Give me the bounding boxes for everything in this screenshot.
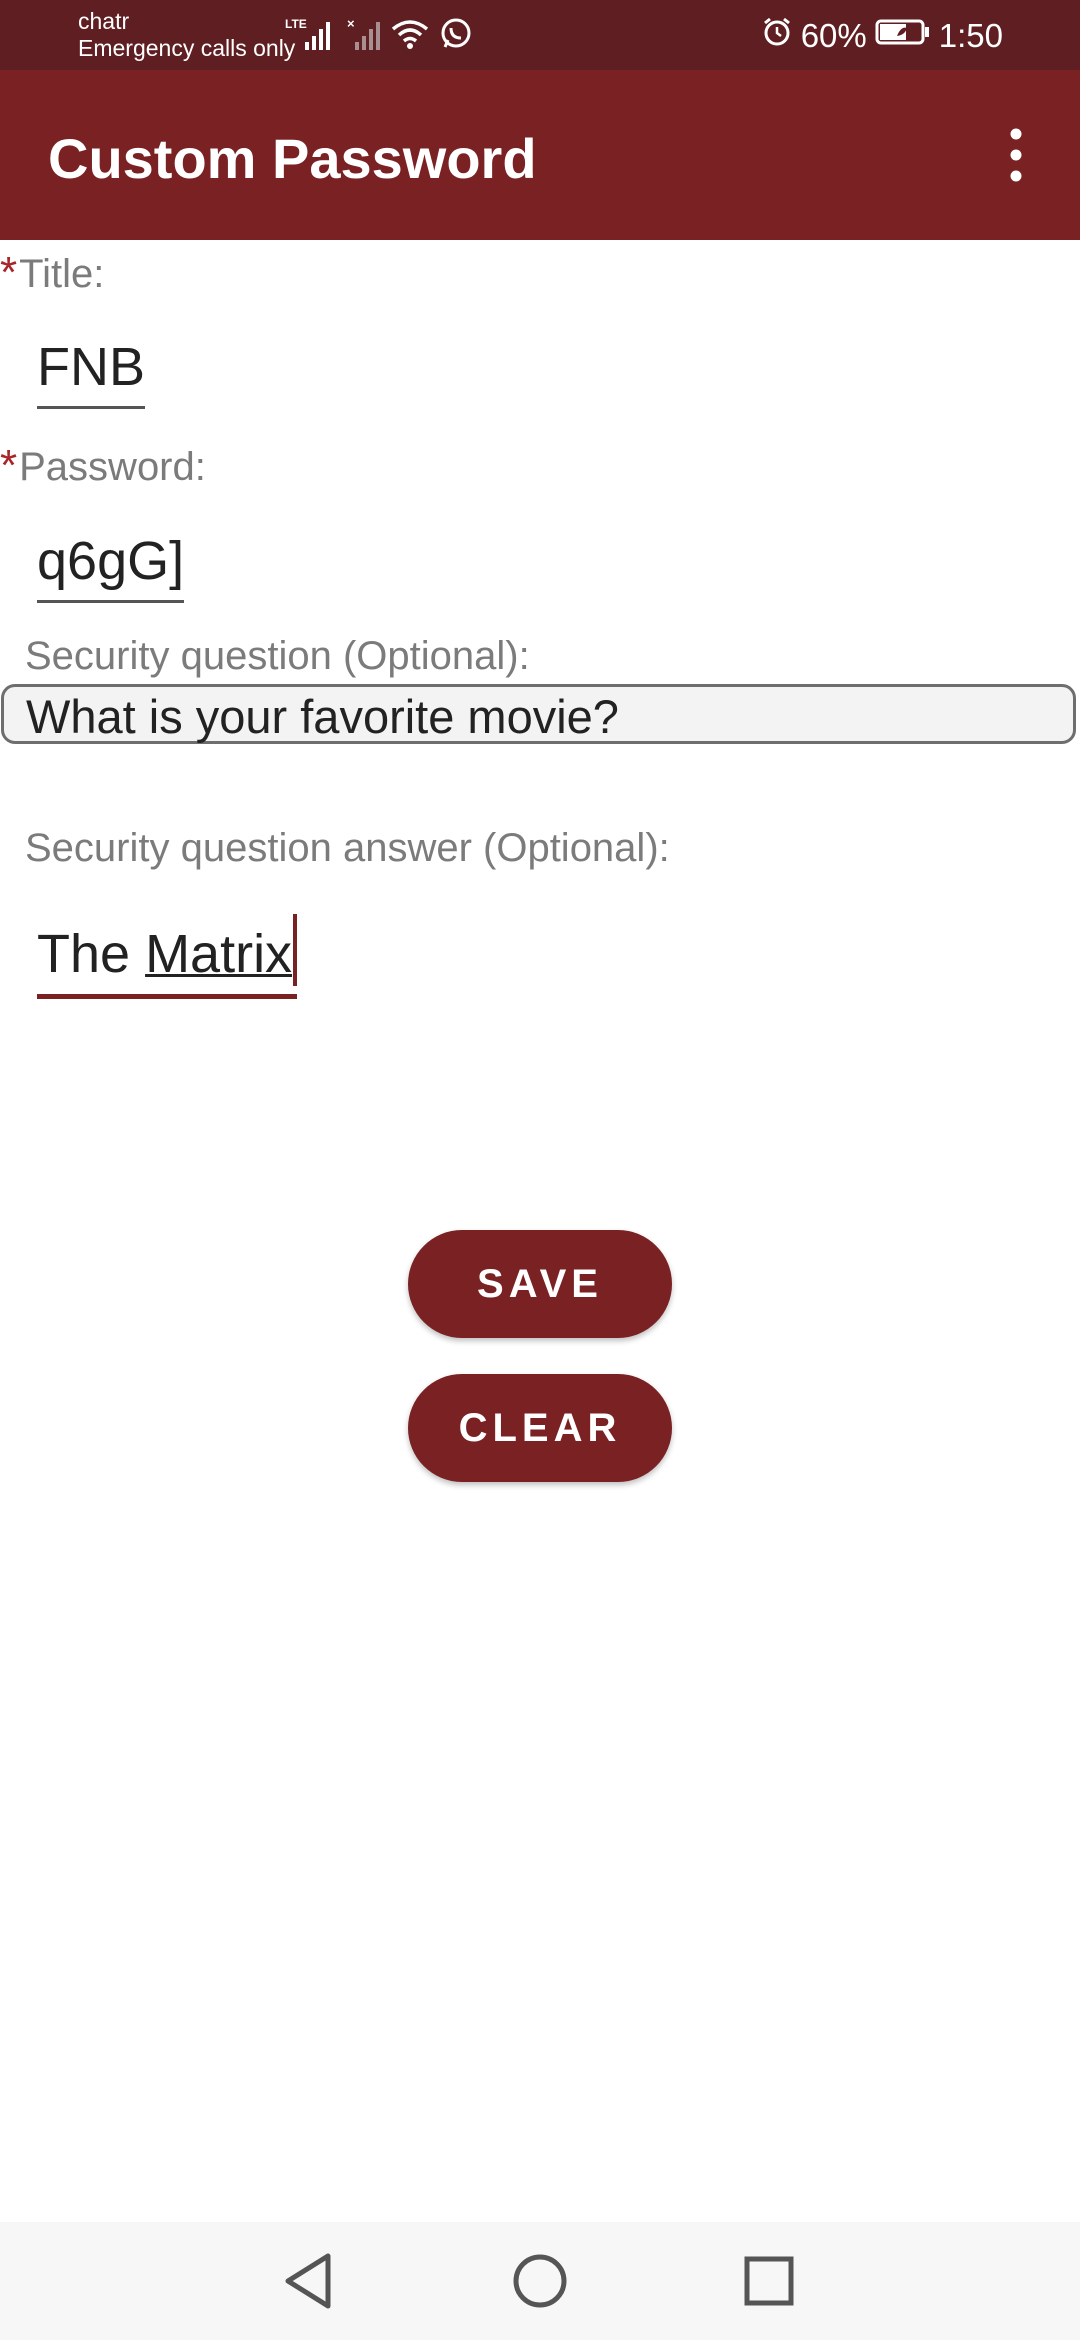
- back-icon[interactable]: [276, 2248, 342, 2314]
- title-input[interactable]: FNB: [37, 336, 145, 409]
- recents-icon[interactable]: [736, 2248, 802, 2314]
- security-question-dropdown[interactable]: What is your favorite movie?: [1, 684, 1076, 744]
- lte-badge: LTE: [285, 17, 307, 31]
- answer-text-plain: The: [37, 924, 146, 984]
- status-icons-right: 60% 1:50: [761, 14, 1003, 58]
- status-icons-left: LTE ×: [285, 14, 473, 58]
- no-signal-icon: ×: [347, 16, 381, 57]
- navigation-bar: [0, 2222, 1080, 2340]
- whatsapp-icon: [439, 17, 473, 56]
- password-input[interactable]: q6gG]: [37, 530, 185, 603]
- signal-icon: LTE: [285, 16, 337, 57]
- svg-text:×: ×: [347, 16, 355, 31]
- home-icon[interactable]: [507, 2248, 573, 2314]
- clock: 1:50: [938, 17, 1003, 54]
- title-label-text: Title:: [19, 252, 105, 296]
- more-vert-icon[interactable]: [992, 122, 1040, 188]
- answer-input[interactable]: The Matrix: [37, 914, 298, 999]
- battery-icon: [875, 17, 931, 55]
- status-bar: chatr Emergency calls only LTE × 60% 1:5…: [0, 0, 1080, 70]
- battery-percent: 60%: [800, 17, 867, 54]
- app-bar: Custom Password: [0, 70, 1080, 240]
- security-question-label: Security question (Optional):: [25, 634, 530, 678]
- password-label: *Password:: [0, 441, 206, 491]
- required-marker: *: [0, 441, 18, 490]
- save-button[interactable]: SAVE: [408, 1230, 672, 1338]
- required-marker: *: [0, 248, 18, 297]
- answer-label: Security question answer (Optional):: [25, 826, 670, 870]
- alarm-icon: [761, 16, 793, 56]
- page-title: Custom Password: [48, 127, 537, 190]
- password-label-text: Password:: [19, 445, 206, 489]
- carrier-info: chatr Emergency calls only: [78, 8, 295, 62]
- security-question-selected: What is your favorite movie?: [26, 690, 619, 743]
- title-label: *Title:: [0, 248, 104, 298]
- text-cursor: [293, 914, 298, 986]
- emergency-text: Emergency calls only: [78, 35, 296, 61]
- carrier-name: chatr: [78, 8, 130, 34]
- clear-button[interactable]: CLEAR: [408, 1374, 672, 1482]
- wifi-icon: [391, 17, 429, 56]
- answer-text-composing: Matrix: [145, 924, 293, 984]
